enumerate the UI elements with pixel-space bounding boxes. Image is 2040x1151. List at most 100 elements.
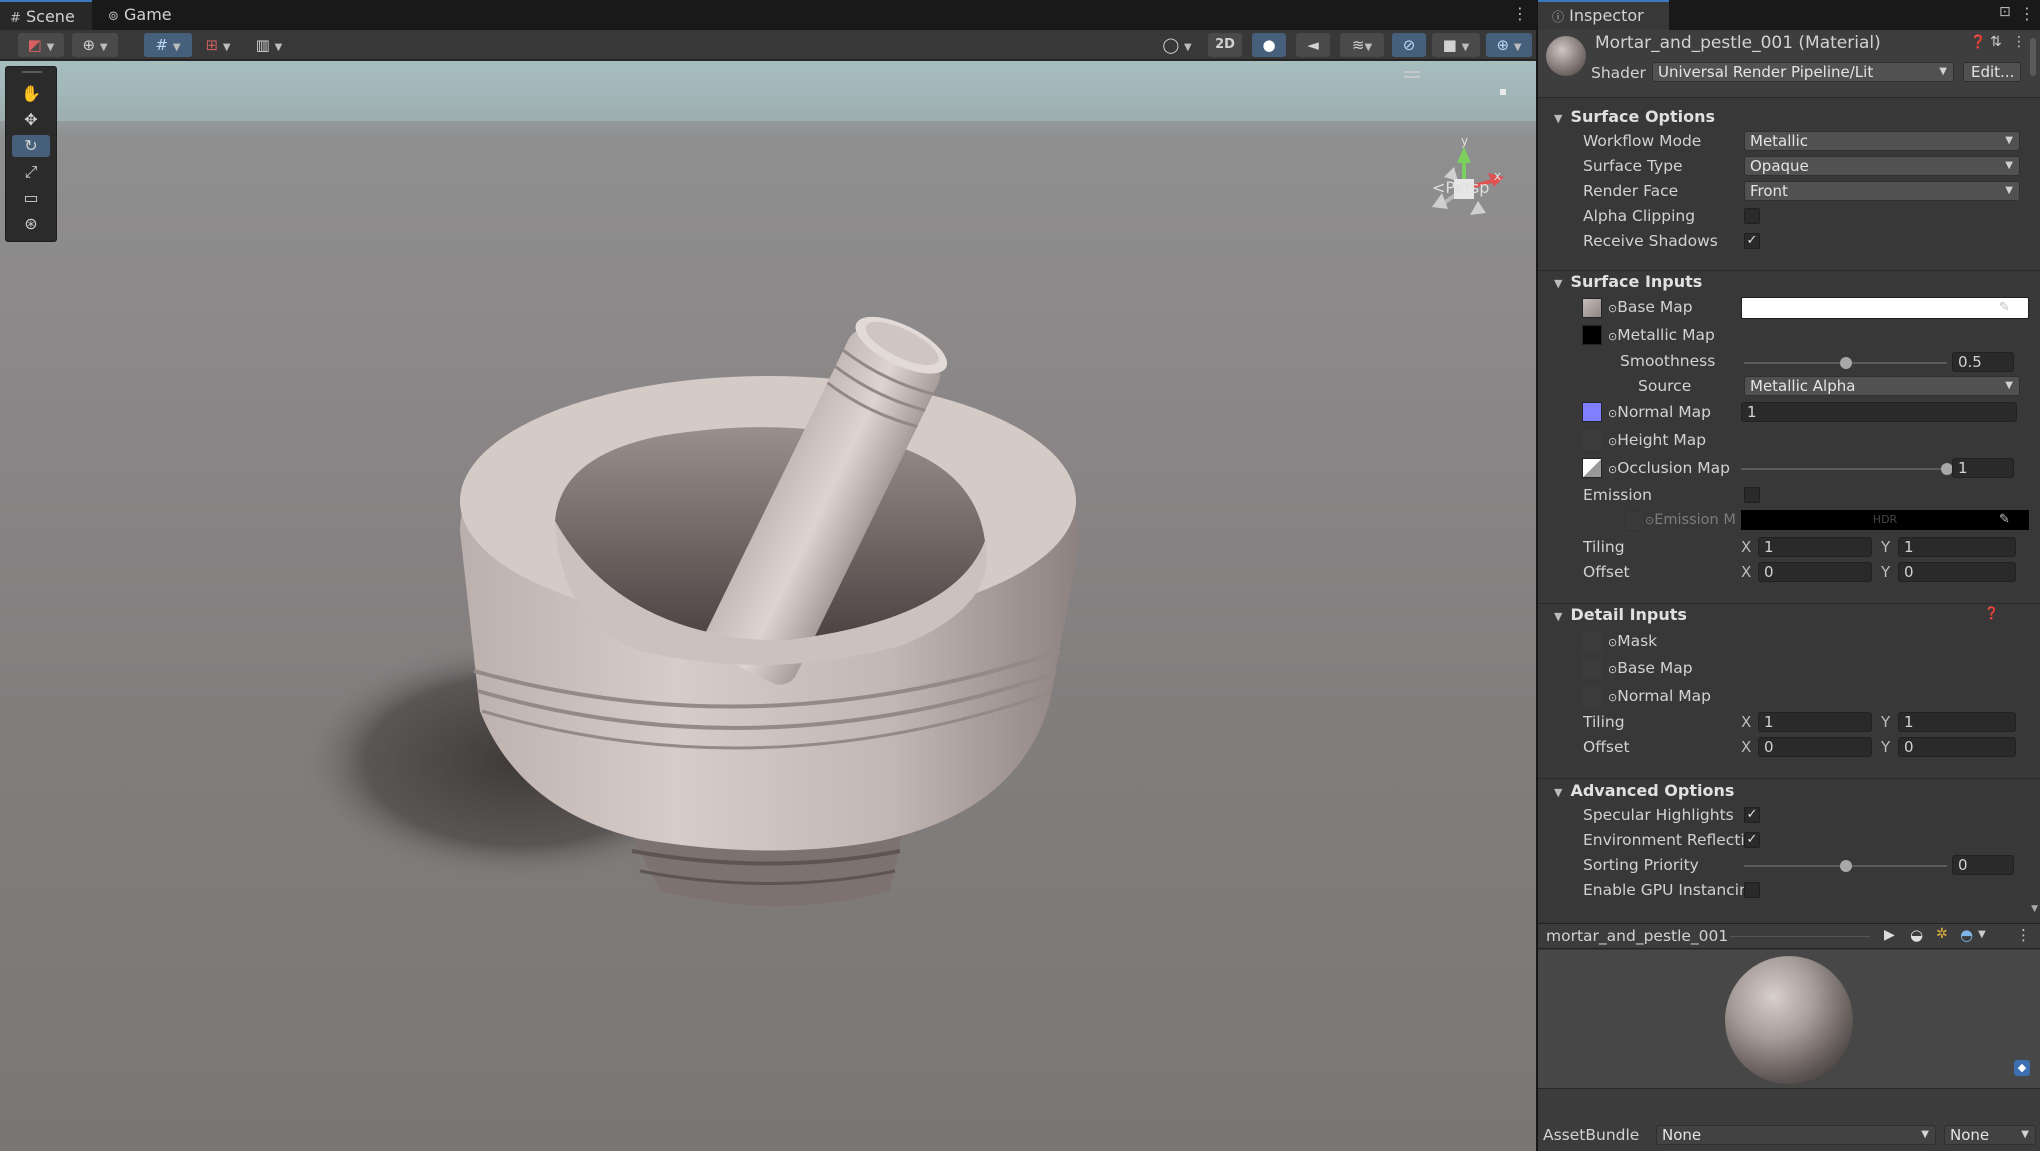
detail-offset-x-field[interactable]: 0 xyxy=(1758,737,1872,757)
eyedropper-icon[interactable]: ✎ xyxy=(1999,300,2010,315)
base-map-texture-slot[interactable] xyxy=(1582,298,1602,318)
surface-options-section[interactable]: ▼ Surface Options xyxy=(1554,107,1715,126)
draw-mode-dropdown[interactable]: ◩ ▼ xyxy=(18,33,64,57)
asset-bundle-name-dropdown[interactable]: None ▼ xyxy=(1656,1125,1936,1145)
toggle-2d-button[interactable]: 2D xyxy=(1208,33,1242,57)
eyedropper-icon[interactable]: ✎ xyxy=(1999,512,2010,527)
tools-drag-handle[interactable] xyxy=(22,71,42,73)
increment-snap-dropdown[interactable]: ⊞ ▼ xyxy=(196,33,240,57)
move-tool-button[interactable]: ✥ xyxy=(12,109,50,131)
scene-more-menu-icon[interactable]: ⋮ xyxy=(1512,4,1528,23)
scene-viewport[interactable]: y x xyxy=(0,61,1536,1151)
camera-dropdown[interactable]: ■ ▼ xyxy=(1432,33,1480,57)
offset-y-field[interactable]: 0 xyxy=(1898,562,2016,582)
rotate-tool-button[interactable]: ↻ xyxy=(12,135,50,157)
tab-inspector[interactable]: ⓘ Inspector xyxy=(1538,0,1669,30)
object-picker-icon[interactable]: ⊙ xyxy=(1645,514,1654,527)
shader-dropdown[interactable]: Universal Render Pipeline/Lit ▼ xyxy=(1652,62,1954,82)
sphere-mesh-icon[interactable]: ◒ xyxy=(1910,926,1923,944)
orientation-dropdown[interactable]: ◯ ▼ xyxy=(1156,33,1198,57)
material-more-icon[interactable]: ⋮ xyxy=(2012,34,2026,50)
scale-tool-button[interactable]: ⤢ xyxy=(12,161,50,183)
offset-x-field[interactable]: 0 xyxy=(1758,562,1872,582)
effects-dropdown[interactable]: ≋▼ xyxy=(1340,33,1384,57)
edit-shader-button[interactable]: Edit... xyxy=(1963,62,2021,82)
lock-icon[interactable]: ⊡ xyxy=(1999,4,2011,20)
help-icon[interactable]: ❓ xyxy=(1970,35,1986,50)
scroll-down-arrow-icon[interactable]: ▼ xyxy=(2031,904,2038,914)
asset-bundle-variant-dropdown[interactable]: None ▼ xyxy=(1944,1125,2036,1145)
occlusion-strength-value[interactable]: 1 xyxy=(1952,458,2014,478)
detail-offset-y-field[interactable]: 0 xyxy=(1898,737,2016,757)
background-sphere-icon[interactable]: ◓ xyxy=(1960,926,1973,944)
height-map-texture-slot[interactable] xyxy=(1582,430,1602,450)
tiling-y-field[interactable]: 1 xyxy=(1898,537,2016,557)
header-scroll-thumb[interactable] xyxy=(2030,38,2036,76)
preset-icon[interactable]: ⇅ xyxy=(1990,34,2002,50)
base-color-swatch[interactable] xyxy=(1741,297,2029,319)
smoothness-source-dropdown[interactable]: Metallic Alpha ▼ xyxy=(1744,376,2020,396)
object-picker-icon[interactable]: ⊙ xyxy=(1608,463,1617,476)
metallic-map-texture-slot[interactable] xyxy=(1582,325,1602,345)
object-picker-icon[interactable]: ⊙ xyxy=(1608,691,1617,704)
environment-reflections-checkbox[interactable]: ✓ xyxy=(1744,832,1760,848)
preview-more-icon[interactable]: ⋮ xyxy=(2016,926,2031,944)
occlusion-slider[interactable] xyxy=(1741,463,1953,475)
slider-knob[interactable] xyxy=(1839,357,1852,369)
normal-map-scale-field[interactable]: 1 xyxy=(1741,402,2017,422)
alpha-clipping-checkbox[interactable] xyxy=(1744,208,1760,224)
tab-game[interactable]: ⊚ Game xyxy=(100,0,180,30)
surface-inputs-section[interactable]: ▼ Surface Inputs xyxy=(1554,272,1702,291)
workflow-mode-dropdown[interactable]: Metallic ▼ xyxy=(1744,131,2020,151)
render-face-dropdown[interactable]: Front ▼ xyxy=(1744,181,2020,201)
inspector-more-menu-icon[interactable]: ⋮ xyxy=(2019,4,2035,23)
object-picker-icon[interactable]: ⊙ xyxy=(1608,663,1617,676)
material-preview[interactable]: ◆ xyxy=(1538,950,2040,1088)
object-picker-icon[interactable]: ⊙ xyxy=(1608,435,1617,448)
mask-texture-slot[interactable] xyxy=(1582,632,1602,652)
hidden-objects-toggle[interactable]: ⊘ xyxy=(1392,33,1426,57)
detail-tiling-y-field[interactable]: 1 xyxy=(1898,712,2016,732)
label-tag-icon[interactable]: ◆ xyxy=(2014,1060,2030,1076)
detail-normal-map-texture-slot[interactable] xyxy=(1582,687,1602,707)
detail-base-map-texture-slot[interactable] xyxy=(1582,659,1602,679)
emission-color-swatch[interactable]: HDR xyxy=(1741,510,2029,530)
projection-label[interactable]: <Persp xyxy=(1432,178,1489,197)
occlusion-map-texture-slot[interactable] xyxy=(1582,458,1602,478)
object-picker-icon[interactable]: ⊙ xyxy=(1608,302,1617,315)
slider-knob[interactable] xyxy=(1839,860,1852,872)
play-icon[interactable]: ▶ xyxy=(1884,927,1895,943)
gpu-instancing-checkbox[interactable] xyxy=(1744,882,1760,898)
advanced-options-section[interactable]: ▼ Advanced Options xyxy=(1554,781,1734,800)
lighting-toggle[interactable]: ● xyxy=(1252,33,1286,57)
object-picker-icon[interactable]: ⊙ xyxy=(1608,330,1617,343)
specular-highlights-checkbox[interactable]: ✓ xyxy=(1744,807,1760,823)
help-icon[interactable]: ❓ xyxy=(1984,606,1999,620)
surface-type-dropdown[interactable]: Opaque ▼ xyxy=(1744,156,2020,176)
grid-snapping-toggle[interactable]: # ▼ xyxy=(144,33,192,57)
detail-tiling-x-field[interactable]: 1 xyxy=(1758,712,1872,732)
object-picker-icon[interactable]: ⊙ xyxy=(1608,407,1617,420)
sorting-priority-value[interactable]: 0 xyxy=(1952,855,2014,875)
chevron-down-icon[interactable]: ▼ xyxy=(1978,929,1986,940)
grid-visibility-dropdown[interactable]: ▥ ▼ xyxy=(246,33,292,57)
smoothness-value[interactable]: 0.5 xyxy=(1952,352,2014,372)
hand-tool-button[interactable]: ✋ xyxy=(12,83,50,105)
detail-inputs-section[interactable]: ▼ Detail Inputs xyxy=(1554,605,1687,624)
emission-checkbox[interactable] xyxy=(1744,487,1760,503)
smoothness-slider[interactable] xyxy=(1744,357,1947,369)
tiling-x-field[interactable]: 1 xyxy=(1758,537,1872,557)
gizmos-dropdown[interactable]: ⊕ ▼ xyxy=(1486,33,1532,57)
sorting-priority-slider[interactable] xyxy=(1744,860,1947,872)
tab-scene[interactable]: # Scene xyxy=(0,0,92,30)
render-mode-dropdown[interactable]: ⊕ ▼ xyxy=(72,33,118,57)
emission-map-texture-slot[interactable] xyxy=(1625,511,1645,531)
light-toggle-icon[interactable]: ✲ xyxy=(1936,926,1948,942)
receive-shadows-checkbox[interactable]: ✓ xyxy=(1744,233,1760,249)
preview-resize-handle[interactable] xyxy=(1730,936,1870,937)
transform-tool-button[interactable]: ⊛ xyxy=(12,213,50,235)
normal-map-texture-slot[interactable] xyxy=(1582,402,1602,422)
rect-tool-button[interactable]: ▭ xyxy=(12,187,50,209)
audio-toggle[interactable]: ◄ xyxy=(1296,33,1330,57)
object-picker-icon[interactable]: ⊙ xyxy=(1608,636,1617,649)
